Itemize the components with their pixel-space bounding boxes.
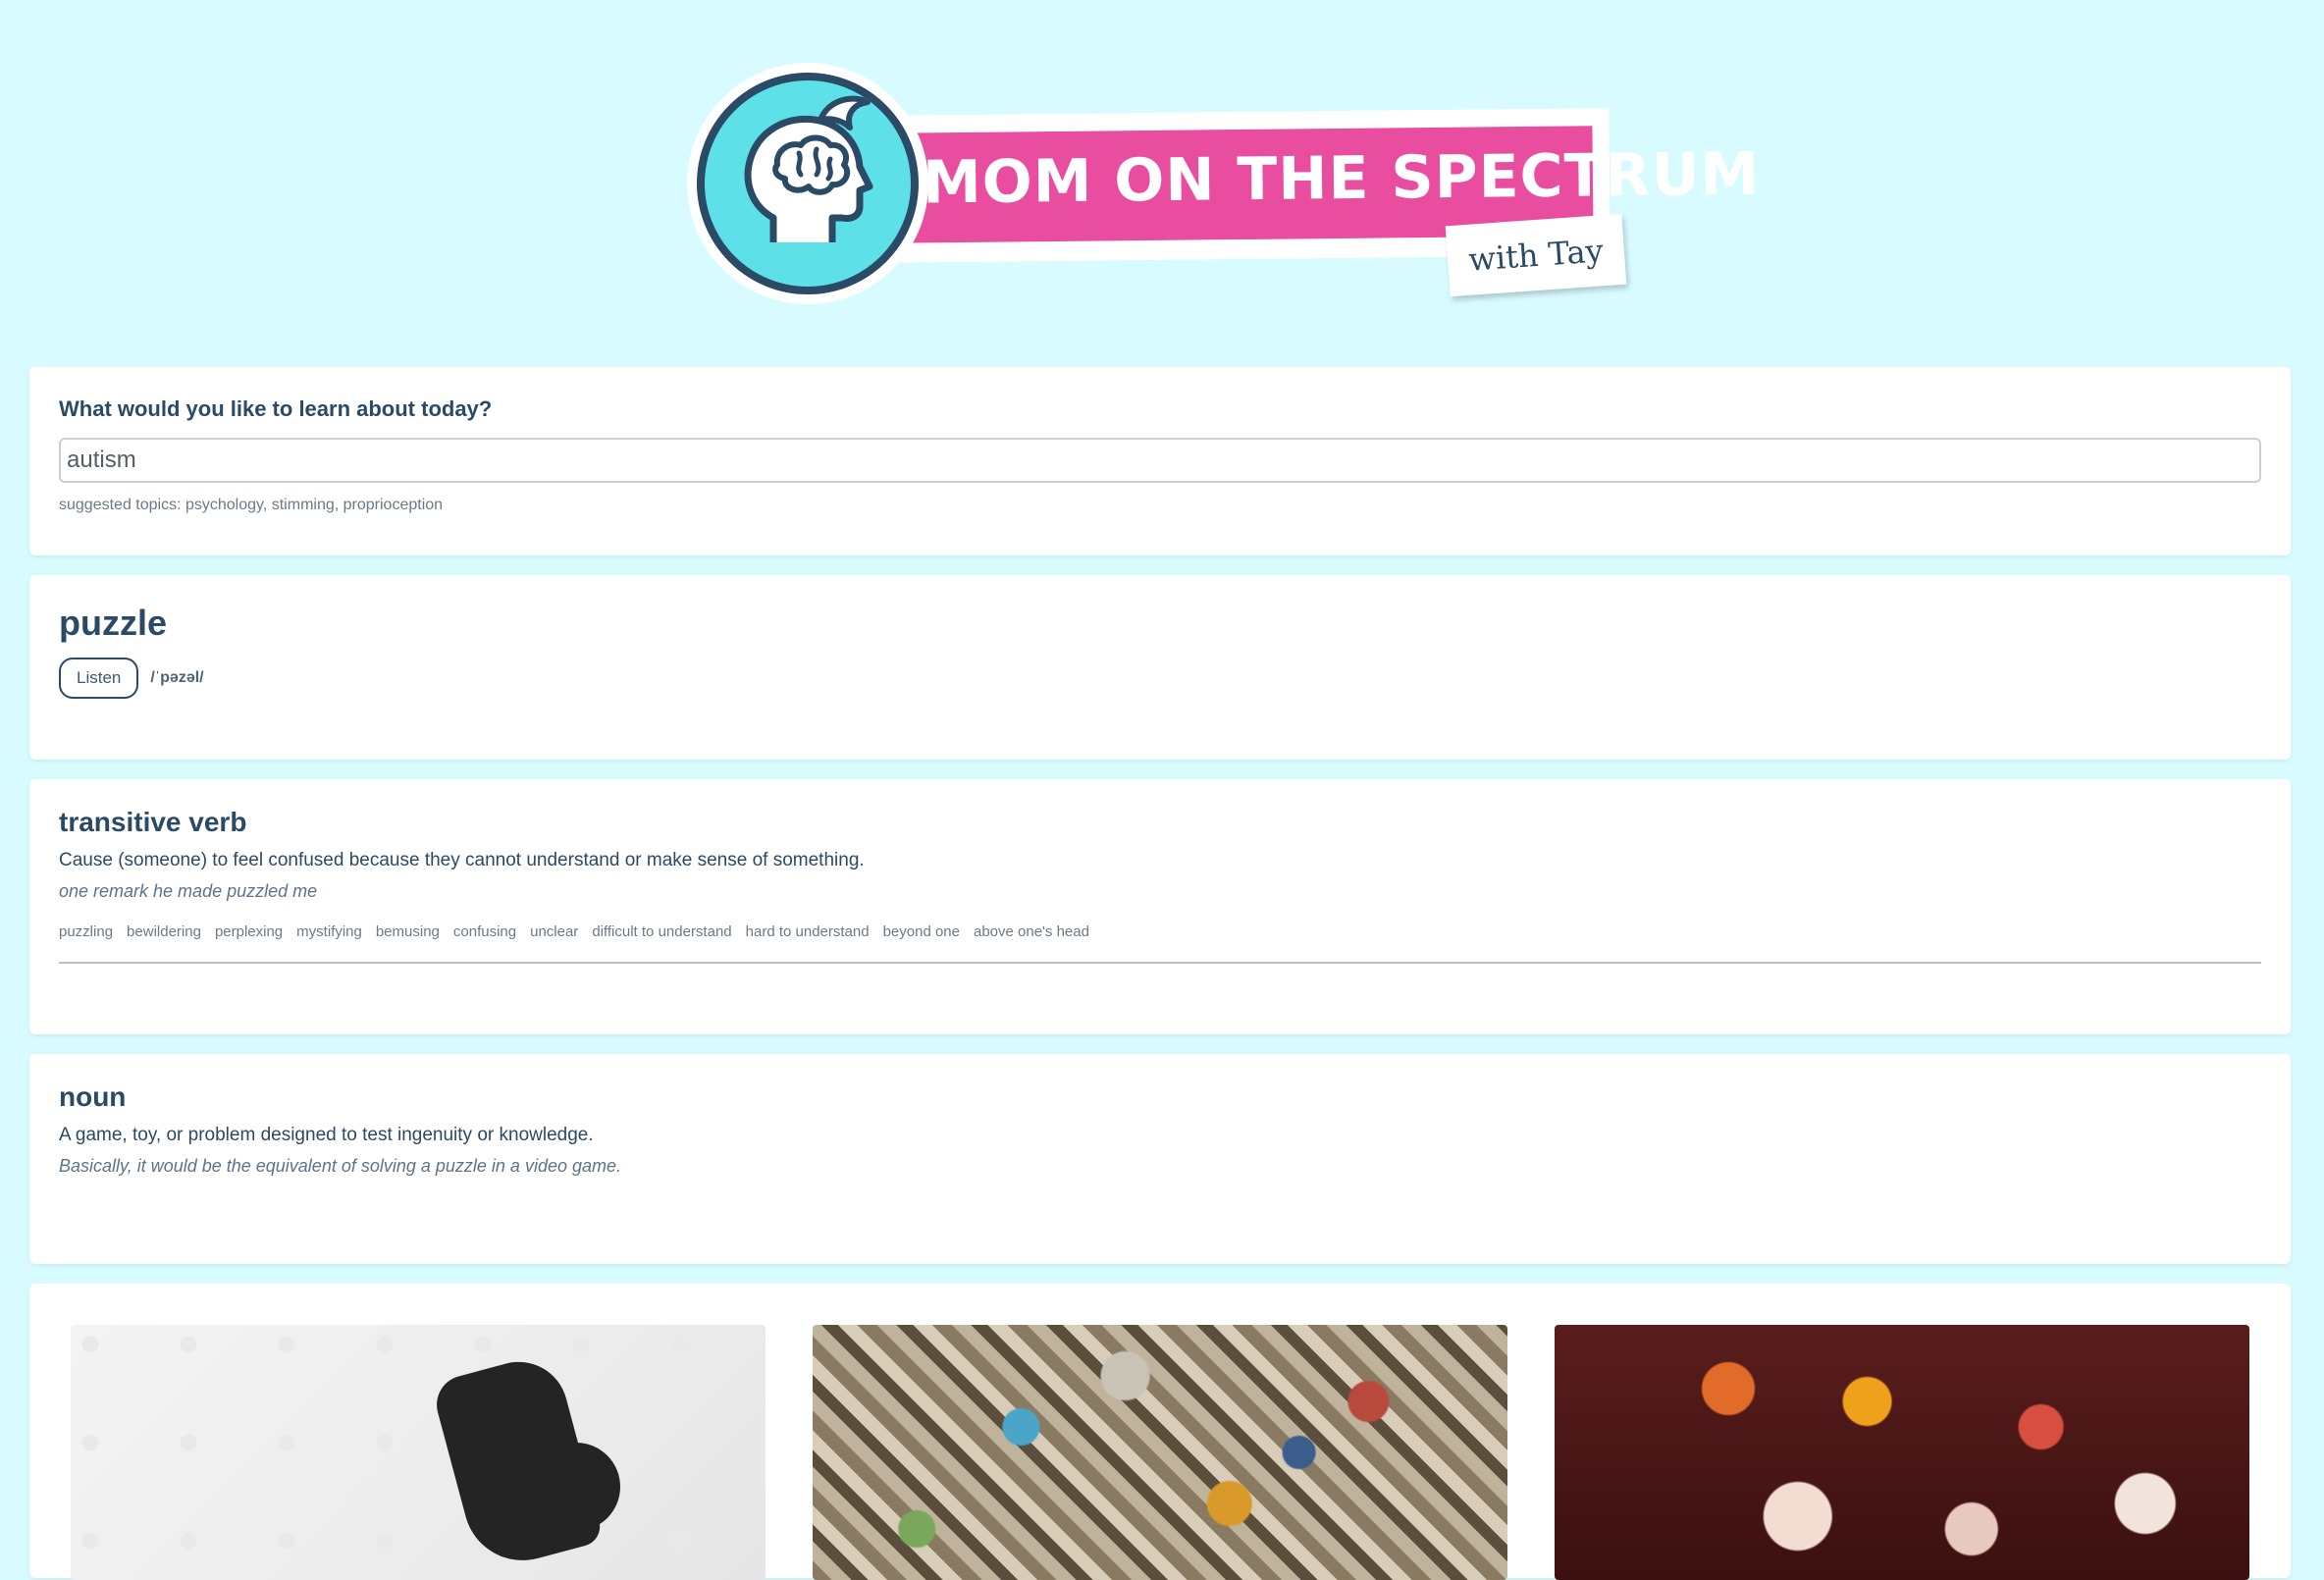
synonym-item[interactable]: confusing <box>453 923 516 940</box>
example-text: one remark he made puzzled me <box>59 881 318 901</box>
synonym-item[interactable]: hard to understand <box>746 923 870 940</box>
logo-tagline: with Tay <box>1445 213 1627 297</box>
word-card: puzzle Listen /ˈpəzəl/ <box>29 575 2291 760</box>
synonyms-list: puzzling bewildering perplexing mystifyi… <box>59 923 2261 964</box>
synonym-item[interactable]: difficult to understand <box>592 923 731 940</box>
definition-text: Cause (someone) to feel confused because… <box>59 850 865 870</box>
suggested-topics: suggested topics: psychology, stimming, … <box>59 497 444 513</box>
synonym-item[interactable]: above one's head <box>974 923 1089 940</box>
logo-title: MOM ON THE SPECTRUM <box>922 139 1761 218</box>
suggested-topics-prefix: suggested topics: <box>59 497 182 513</box>
search-label: What would you like to learn about today… <box>59 396 493 421</box>
meaning-card-verb: transitive verb Cause (someone) to feel … <box>29 779 2291 1034</box>
listen-button[interactable]: Listen <box>59 658 139 699</box>
white-puzzle-missing-piece-image[interactable] <box>71 1325 766 1580</box>
phonetic-text: /ˈpəzəl/ <box>150 669 204 686</box>
example-text: Basically, it would be the equivalent of… <box>59 1156 622 1176</box>
definition-text: A game, toy, or problem designed to test… <box>59 1125 594 1145</box>
head-with-brain-icon <box>697 73 919 294</box>
puzzle-pieces-on-dark-table-image[interactable] <box>1555 1325 2249 1580</box>
synonym-item[interactable]: puzzling <box>59 923 113 940</box>
synonym-item[interactable]: unclear <box>530 923 578 940</box>
site-logo[interactable]: MOM ON THE SPECTRUM with Tay <box>687 63 1761 308</box>
search-input[interactable] <box>59 438 2261 483</box>
part-of-speech-title: noun <box>59 1081 127 1112</box>
colorful-puzzle-pieces-image[interactable] <box>813 1325 1507 1580</box>
part-of-speech-title: transitive verb <box>59 807 247 837</box>
pronunciation-row: Listen /ˈpəzəl/ <box>59 658 2261 699</box>
suggested-topic-psychology[interactable]: psychology <box>185 497 263 513</box>
word-title: puzzle <box>59 603 168 643</box>
images-card <box>29 1284 2291 1580</box>
synonym-item[interactable]: bewildering <box>127 923 201 940</box>
search-card: What would you like to learn about today… <box>29 367 2291 555</box>
synonym-item[interactable]: mystifying <box>296 923 362 940</box>
meaning-card-noun: noun A game, toy, or problem designed to… <box>29 1054 2291 1264</box>
suggested-topic-stimming[interactable]: stimming <box>272 497 335 513</box>
logo-circle-border <box>687 63 928 304</box>
synonym-item[interactable]: perplexing <box>215 923 283 940</box>
synonym-item[interactable]: bemusing <box>376 923 440 940</box>
missing-piece-knob <box>532 1443 620 1531</box>
synonym-item[interactable]: beyond one <box>883 923 960 940</box>
suggested-topic-proprioception[interactable]: proprioception <box>343 497 443 513</box>
images-row <box>71 1325 2249 1580</box>
